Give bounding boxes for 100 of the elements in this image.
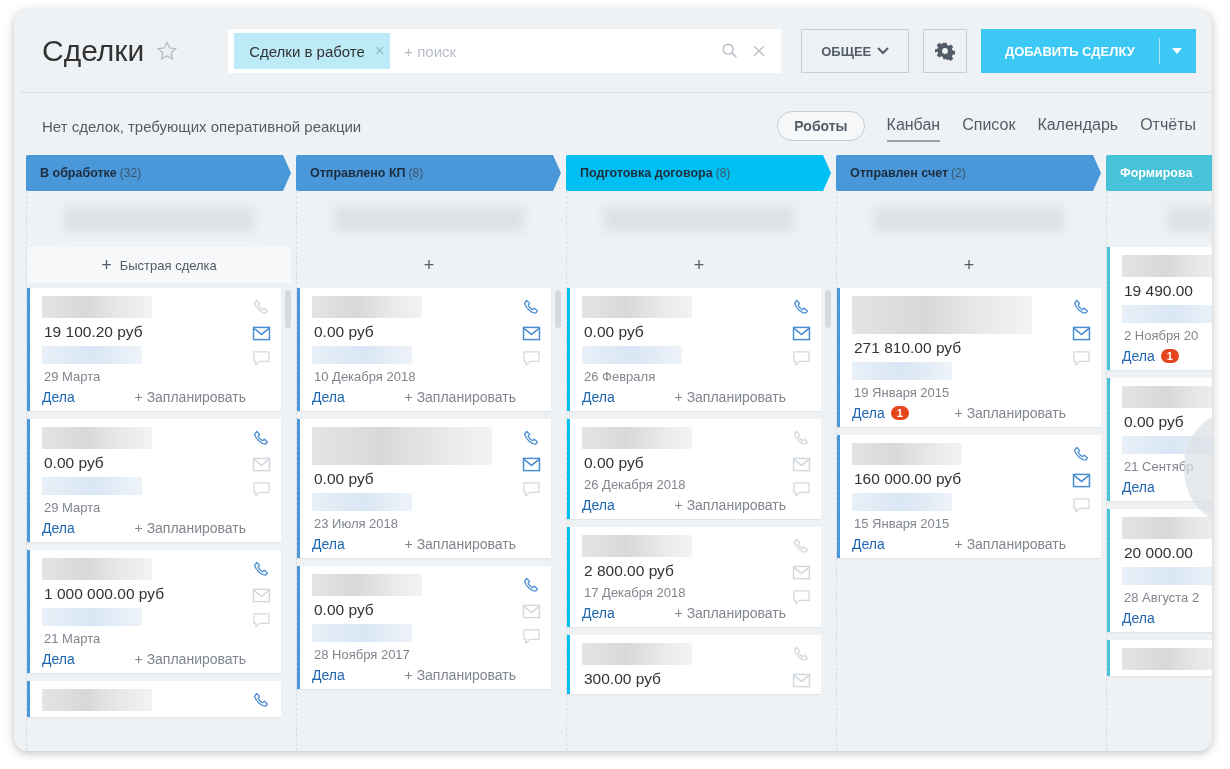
schedule-link[interactable]: + Запланировать: [134, 520, 246, 536]
activities-link[interactable]: Дела: [312, 667, 345, 683]
phone-icon[interactable]: [1072, 298, 1091, 317]
chat-icon[interactable]: [522, 350, 541, 367]
deal-date: 10 Декабря 2018: [313, 369, 417, 384]
filter-chip[interactable]: Сделки в работе ×: [234, 33, 391, 69]
schedule-link[interactable]: + Запланировать: [674, 389, 786, 405]
deal-card[interactable]: 0.00 руб 26 Декабря 2018 Дела + Запланировать: [567, 419, 821, 519]
phone-icon[interactable]: [252, 560, 271, 579]
preset-dropdown[interactable]: ОБЩЕЕ: [801, 29, 909, 73]
schedule-link[interactable]: + Запланировать: [134, 651, 246, 667]
activities-link[interactable]: Дела: [582, 497, 615, 513]
view-tab[interactable]: Календарь: [1037, 110, 1119, 142]
stage-header[interactable]: Подготовка договора (8): [566, 155, 831, 191]
settings-button[interactable]: [923, 29, 967, 73]
chat-icon[interactable]: [522, 628, 541, 645]
phone-icon[interactable]: [1072, 445, 1091, 464]
phone-icon[interactable]: [792, 298, 811, 317]
activities-link[interactable]: Дела: [1122, 610, 1155, 626]
schedule-link[interactable]: + Запланировать: [134, 389, 246, 405]
scrollbar[interactable]: [285, 290, 291, 328]
deal-card[interactable]: 0.00 руб 10 Декабря 2018 Дела + Запланировать: [297, 288, 551, 411]
deal-card[interactable]: 19 490.00 2 Ноября 20 Дела 1: [1107, 247, 1212, 370]
phone-icon[interactable]: [252, 429, 271, 448]
schedule-link[interactable]: + Запланировать: [404, 536, 516, 552]
caret-icon: [1172, 48, 1182, 54]
chat-icon[interactable]: [1072, 350, 1091, 367]
schedule-link[interactable]: + Запланировать: [404, 667, 516, 683]
deal-card[interactable]: 0.00 руб 28 Ноября 2017 Дела + Запланировать: [297, 566, 551, 689]
view-tab[interactable]: Список: [962, 110, 1016, 142]
phone-icon[interactable]: [522, 429, 541, 448]
chat-icon[interactable]: [252, 481, 271, 498]
mail-icon[interactable]: [522, 326, 541, 341]
robots-button[interactable]: Роботы: [777, 111, 865, 141]
deal-card[interactable]: [27, 681, 281, 717]
view-tab[interactable]: Отчёты: [1140, 110, 1196, 142]
phone-icon[interactable]: [522, 298, 541, 317]
activities-link[interactable]: Дела: [312, 536, 345, 552]
schedule-link[interactable]: + Запланировать: [674, 497, 786, 513]
deal-card[interactable]: 271 810.00 руб 19 Января 2015 Дела 1 + Запланировать: [837, 288, 1101, 427]
scrollbar[interactable]: [825, 290, 831, 328]
deal-card[interactable]: 0.00 руб 26 Февраля Дела + Запланировать: [567, 288, 821, 411]
mail-icon[interactable]: [1072, 473, 1091, 488]
scrollbar[interactable]: [555, 290, 561, 328]
deal-card[interactable]: 1 000 000.00 руб 21 Марта Дела + Запланировать: [27, 550, 281, 673]
activities-link[interactable]: Дела: [852, 405, 885, 421]
schedule-link[interactable]: + Запланировать: [404, 389, 516, 405]
phone-icon[interactable]: [252, 298, 271, 317]
phone-icon[interactable]: [792, 537, 811, 556]
stage-header[interactable]: Отправлен счет (2): [836, 155, 1101, 191]
activities-link[interactable]: Дела: [852, 536, 885, 552]
deal-card[interactable]: 20 000.00 28 Августа 2 Дела: [1107, 509, 1212, 632]
activities-link[interactable]: Дела: [582, 605, 615, 621]
add-deal-plus-button[interactable]: +: [297, 247, 561, 283]
phone-icon[interactable]: [522, 576, 541, 595]
deal-amount: 0.00 руб: [1123, 413, 1185, 431]
search-field[interactable]: Сделки в работе × + поиск: [228, 29, 782, 73]
deal-amount: 19 490.00: [1123, 282, 1194, 300]
mail-icon[interactable]: [1072, 326, 1091, 341]
search-icon[interactable]: [721, 42, 740, 60]
activities-link[interactable]: Дела: [312, 389, 345, 405]
schedule-link[interactable]: + Запланировать: [954, 405, 1066, 421]
phone-icon[interactable]: [792, 645, 811, 664]
phone-icon[interactable]: [252, 691, 271, 710]
chat-icon[interactable]: [1072, 497, 1091, 514]
chat-icon[interactable]: [792, 481, 811, 498]
mail-icon[interactable]: [522, 457, 541, 472]
add-deal-plus-button[interactable]: +: [837, 247, 1101, 283]
notice-text: Нет сделок, требующих оперативной реакции: [42, 117, 363, 135]
deal-card[interactable]: 0.00 руб 29 Марта Дела + Запланировать: [27, 419, 281, 542]
deal-card[interactable]: 300.00 руб: [567, 635, 821, 694]
chat-icon[interactable]: [792, 589, 811, 606]
add-deal-plus-button[interactable]: +: [567, 247, 831, 283]
phone-icon[interactable]: [792, 429, 811, 448]
deal-card[interactable]: 2 800.00 руб 17 Декабря 2018 Дела + Запланировать: [567, 527, 821, 627]
chat-icon[interactable]: [252, 612, 271, 629]
quick-deal-button[interactable]: + Быстрая сделка: [27, 247, 291, 283]
activities-link[interactable]: Дела: [1122, 348, 1155, 364]
deal-card[interactable]: 19 100.20 руб 29 Марта Дела + Запланировать: [27, 288, 281, 411]
deal-card[interactable]: [1107, 640, 1212, 676]
chat-icon[interactable]: [522, 481, 541, 498]
deal-card[interactable]: 0.00 руб 23 Июля 2018 Дела + Запланировать: [297, 419, 551, 558]
stage-header[interactable]: Отправлено КП (8): [296, 155, 561, 191]
activities-link[interactable]: Дела: [1122, 479, 1155, 495]
deal-amount: 271 810.00 руб: [853, 339, 963, 357]
star-icon[interactable]: [156, 40, 179, 62]
activities-link[interactable]: Дела: [582, 389, 615, 405]
settings-icon: [934, 41, 955, 61]
mail-icon[interactable]: [792, 326, 811, 341]
schedule-link[interactable]: + Запланировать: [674, 605, 786, 621]
schedule-link[interactable]: + Запланировать: [954, 536, 1066, 552]
activities-link[interactable]: Дела: [42, 389, 75, 405]
chat-icon[interactable]: [792, 350, 811, 367]
chat-icon[interactable]: [252, 350, 271, 367]
activities-link[interactable]: Дела: [42, 520, 75, 536]
stage-header[interactable]: В обработке (32): [26, 155, 291, 191]
activities-link[interactable]: Дела: [42, 651, 75, 667]
mail-icon[interactable]: [252, 326, 271, 341]
deal-card[interactable]: 160 000.00 руб 15 Января 2015 Дела + Запланировать: [837, 435, 1101, 558]
view-tab[interactable]: Канбан: [886, 110, 941, 142]
